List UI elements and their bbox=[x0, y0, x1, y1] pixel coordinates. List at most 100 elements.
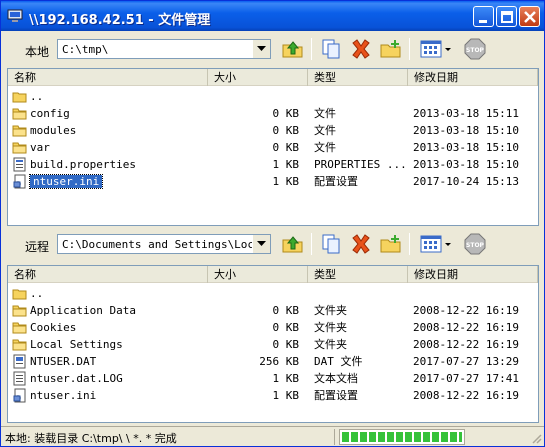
file-type: 文件夹 bbox=[314, 338, 347, 351]
file-type bbox=[314, 88, 410, 105]
column-header-date[interactable]: 修改日期 bbox=[408, 69, 538, 86]
file-row[interactable]: Cookies 0 KB 文件夹 2008-12-22 16:19 bbox=[8, 319, 538, 336]
svg-text:STOP: STOP bbox=[466, 242, 485, 249]
column-header-size[interactable]: 大小 bbox=[208, 266, 308, 283]
file-type: 文件 bbox=[314, 107, 336, 120]
status-bar: 本地: 装载目录 C:\tmp\ \ *. * 完成 bbox=[1, 426, 544, 446]
file-name: build.properties bbox=[30, 158, 136, 171]
chevron-down-icon bbox=[257, 241, 266, 246]
file-date: 2008-12-22 16:19 bbox=[413, 389, 519, 402]
delete-icon[interactable] bbox=[349, 232, 373, 256]
ini-file-icon bbox=[13, 174, 26, 189]
file-type: 文本文档 bbox=[314, 372, 358, 385]
file-name: Application Data bbox=[30, 304, 136, 317]
file-size: 1 KB bbox=[272, 389, 300, 402]
minimize-button[interactable] bbox=[473, 6, 494, 27]
folder-up-icon[interactable] bbox=[281, 37, 305, 61]
file-size: 1 KB bbox=[272, 175, 300, 188]
file-name: config bbox=[30, 107, 70, 120]
column-header-date[interactable]: 修改日期 bbox=[408, 266, 538, 283]
remote-label: 远程 bbox=[25, 240, 50, 254]
file-date: 2017-07-27 17:41 bbox=[413, 372, 519, 385]
folder-icon bbox=[12, 305, 27, 317]
remote-path-dropdown-button[interactable] bbox=[253, 235, 270, 253]
file-row[interactable]: NTUSER.DAT 256 KB DAT 文件 2017-07-27 13:29 bbox=[8, 353, 538, 370]
file-row[interactable]: build.properties 1 KB PROPERTIES ... 2013-0… bbox=[8, 156, 538, 173]
close-icon bbox=[524, 11, 536, 23]
file-size bbox=[213, 285, 299, 302]
file-row[interactable]: ntuser.dat.LOG 1 KB 文本文档 2017-07-27 17:41 bbox=[8, 370, 538, 387]
file-name: Cookies bbox=[30, 321, 77, 334]
file-name: Local Settings bbox=[30, 338, 123, 351]
file-type: DAT 文件 bbox=[314, 355, 363, 368]
remote-toolbar: 远程 C:\Documents and Settings\Local: bbox=[5, 229, 542, 261]
file-row[interactable]: var 0 KB 文件 2013-03-18 15:10 bbox=[8, 139, 538, 156]
file-row[interactable]: ntuser.ini 1 KB 配置设置 2017-10-24 15:13 bbox=[8, 173, 538, 190]
status-divider bbox=[334, 429, 335, 445]
view-mode-icon[interactable] bbox=[419, 37, 453, 61]
view-mode-icon[interactable] bbox=[419, 232, 453, 256]
file-row[interactable]: config 0 KB 文件 2013-03-18 15:11 bbox=[8, 105, 538, 122]
remote-path-combobox[interactable]: C:\Documents and Settings\Local: bbox=[57, 234, 271, 254]
copy-icon[interactable] bbox=[319, 37, 343, 61]
minimize-icon bbox=[479, 20, 487, 23]
file-row[interactable]: modules 0 KB 文件 2013-03-18 15:10 bbox=[8, 122, 538, 139]
file-size: 0 KB bbox=[272, 321, 300, 334]
file-size: 0 KB bbox=[272, 338, 300, 351]
resize-grip-icon[interactable] bbox=[530, 432, 542, 444]
file-size: 1 KB bbox=[272, 158, 300, 171]
file-date: 2013-03-18 15:10 bbox=[413, 158, 519, 171]
file-row[interactable]: .. bbox=[8, 88, 538, 105]
local-list-header: 名称 大小 类型 修改日期 bbox=[8, 69, 538, 86]
folder-up-icon bbox=[12, 92, 27, 103]
column-header-size[interactable]: 大小 bbox=[208, 69, 308, 86]
file-size: 1 KB bbox=[272, 372, 300, 385]
toolbar-separator bbox=[409, 233, 410, 255]
file-type: 文件夹 bbox=[314, 304, 347, 317]
local-label: 本地 bbox=[25, 45, 50, 59]
folder-icon bbox=[12, 125, 27, 137]
file-size: 256 KB bbox=[259, 355, 299, 368]
file-date: 2013-03-18 15:11 bbox=[413, 107, 519, 120]
folder-up-icon[interactable] bbox=[281, 232, 305, 256]
remote-list-header: 名称 大小 类型 修改日期 bbox=[8, 266, 538, 283]
stop-icon[interactable]: STOP bbox=[463, 232, 487, 256]
file-row[interactable]: Application Data 0 KB 文件夹 2008-12-22 16:19 bbox=[8, 302, 538, 319]
file-size: 0 KB bbox=[272, 124, 300, 137]
folder-icon bbox=[12, 108, 27, 120]
column-header-type[interactable]: 类型 bbox=[308, 266, 408, 283]
file-date: 2013-03-18 15:10 bbox=[413, 141, 519, 154]
file-name: .. bbox=[30, 90, 44, 103]
dat-file-icon bbox=[13, 354, 26, 369]
new-folder-icon[interactable] bbox=[379, 232, 403, 256]
column-header-name[interactable]: 名称 bbox=[8, 266, 208, 283]
column-header-type[interactable]: 类型 bbox=[308, 69, 408, 86]
file-row[interactable]: Local Settings 0 KB 文件夹 2008-12-22 16:19 bbox=[8, 336, 538, 353]
local-file-list[interactable]: 名称 大小 类型 修改日期 .. config 0 KB 文件 2013-03-18 1… bbox=[7, 68, 539, 226]
maximize-button[interactable] bbox=[496, 6, 517, 27]
file-date: 2008-12-22 16:19 bbox=[413, 338, 519, 351]
file-type: 配置设置 bbox=[314, 175, 358, 188]
file-type: 配置设置 bbox=[314, 389, 358, 402]
folder-icon bbox=[12, 322, 27, 334]
file-row[interactable]: ntuser.ini 1 KB 配置设置 2008-12-22 16:19 bbox=[8, 387, 538, 404]
delete-icon[interactable] bbox=[349, 37, 373, 61]
file-date: 2008-12-22 16:19 bbox=[413, 304, 519, 317]
file-date bbox=[413, 285, 533, 302]
file-row[interactable]: .. bbox=[8, 285, 538, 302]
new-folder-icon[interactable] bbox=[379, 37, 403, 61]
close-button[interactable] bbox=[519, 6, 540, 27]
local-path-dropdown-button[interactable] bbox=[253, 40, 270, 58]
local-path-combobox[interactable]: C:\tmp\ bbox=[57, 39, 271, 59]
column-header-name[interactable]: 名称 bbox=[8, 69, 208, 86]
progress-fill bbox=[342, 432, 462, 442]
svg-text:STOP: STOP bbox=[466, 47, 485, 54]
title-bar[interactable]: \\192.168.42.51 - 文件管理 bbox=[1, 1, 544, 31]
remote-file-list[interactable]: 名称 大小 类型 修改日期 .. Application Data 0 KB 文件夹 2… bbox=[7, 265, 539, 423]
remote-path-value: C:\Documents and Settings\Local: bbox=[62, 238, 252, 251]
file-date: 2013-03-18 15:10 bbox=[413, 124, 519, 137]
stop-icon[interactable]: STOP bbox=[463, 37, 487, 61]
maximize-icon bbox=[501, 11, 513, 23]
folder-up-icon bbox=[12, 289, 27, 300]
copy-icon[interactable] bbox=[319, 232, 343, 256]
